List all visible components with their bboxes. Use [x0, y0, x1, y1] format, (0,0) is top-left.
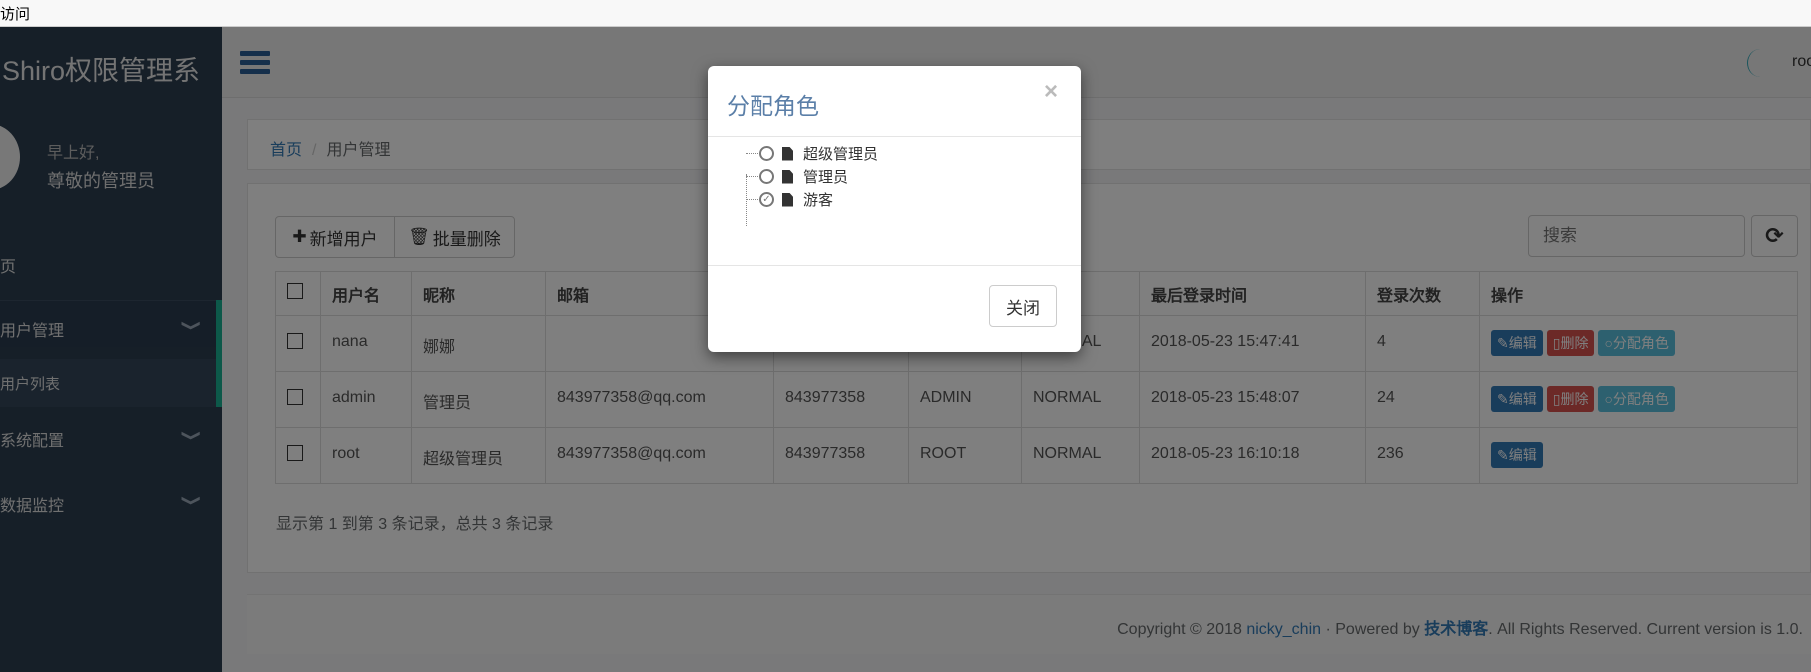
role-label: 管理员 — [803, 169, 849, 186]
assign-role-modal: 分配角色 × 超级管理员管理员 ✓ 游客 关闭 — [708, 66, 1081, 352]
close-icon[interactable]: × — [1044, 78, 1058, 106]
role-tree-node[interactable]: 超级管理员 — [746, 143, 878, 164]
divider — [708, 136, 1081, 137]
file-icon — [782, 169, 793, 184]
radio-icon[interactable] — [759, 169, 774, 184]
modal-title: 分配角色 — [727, 93, 819, 119]
tree-connector — [746, 199, 758, 200]
divider — [708, 265, 1081, 266]
role-label: 超级管理员 — [803, 146, 879, 163]
browser-bar: 访问 — [0, 0, 1811, 27]
role-tree-node[interactable]: ✓ 游客 — [746, 189, 833, 210]
role-label: 游客 — [803, 192, 834, 209]
checked-radio-icon[interactable]: ✓ — [759, 192, 774, 207]
role-tree-node[interactable]: 管理员 — [746, 166, 848, 187]
tree-connector — [746, 153, 758, 154]
file-icon — [782, 146, 793, 161]
file-icon — [782, 192, 793, 207]
radio-icon[interactable] — [759, 146, 774, 161]
tree-connector — [746, 176, 758, 177]
browser-tab-text: 访问 — [0, 6, 31, 23]
close-button[interactable]: 关闭 — [989, 285, 1057, 327]
